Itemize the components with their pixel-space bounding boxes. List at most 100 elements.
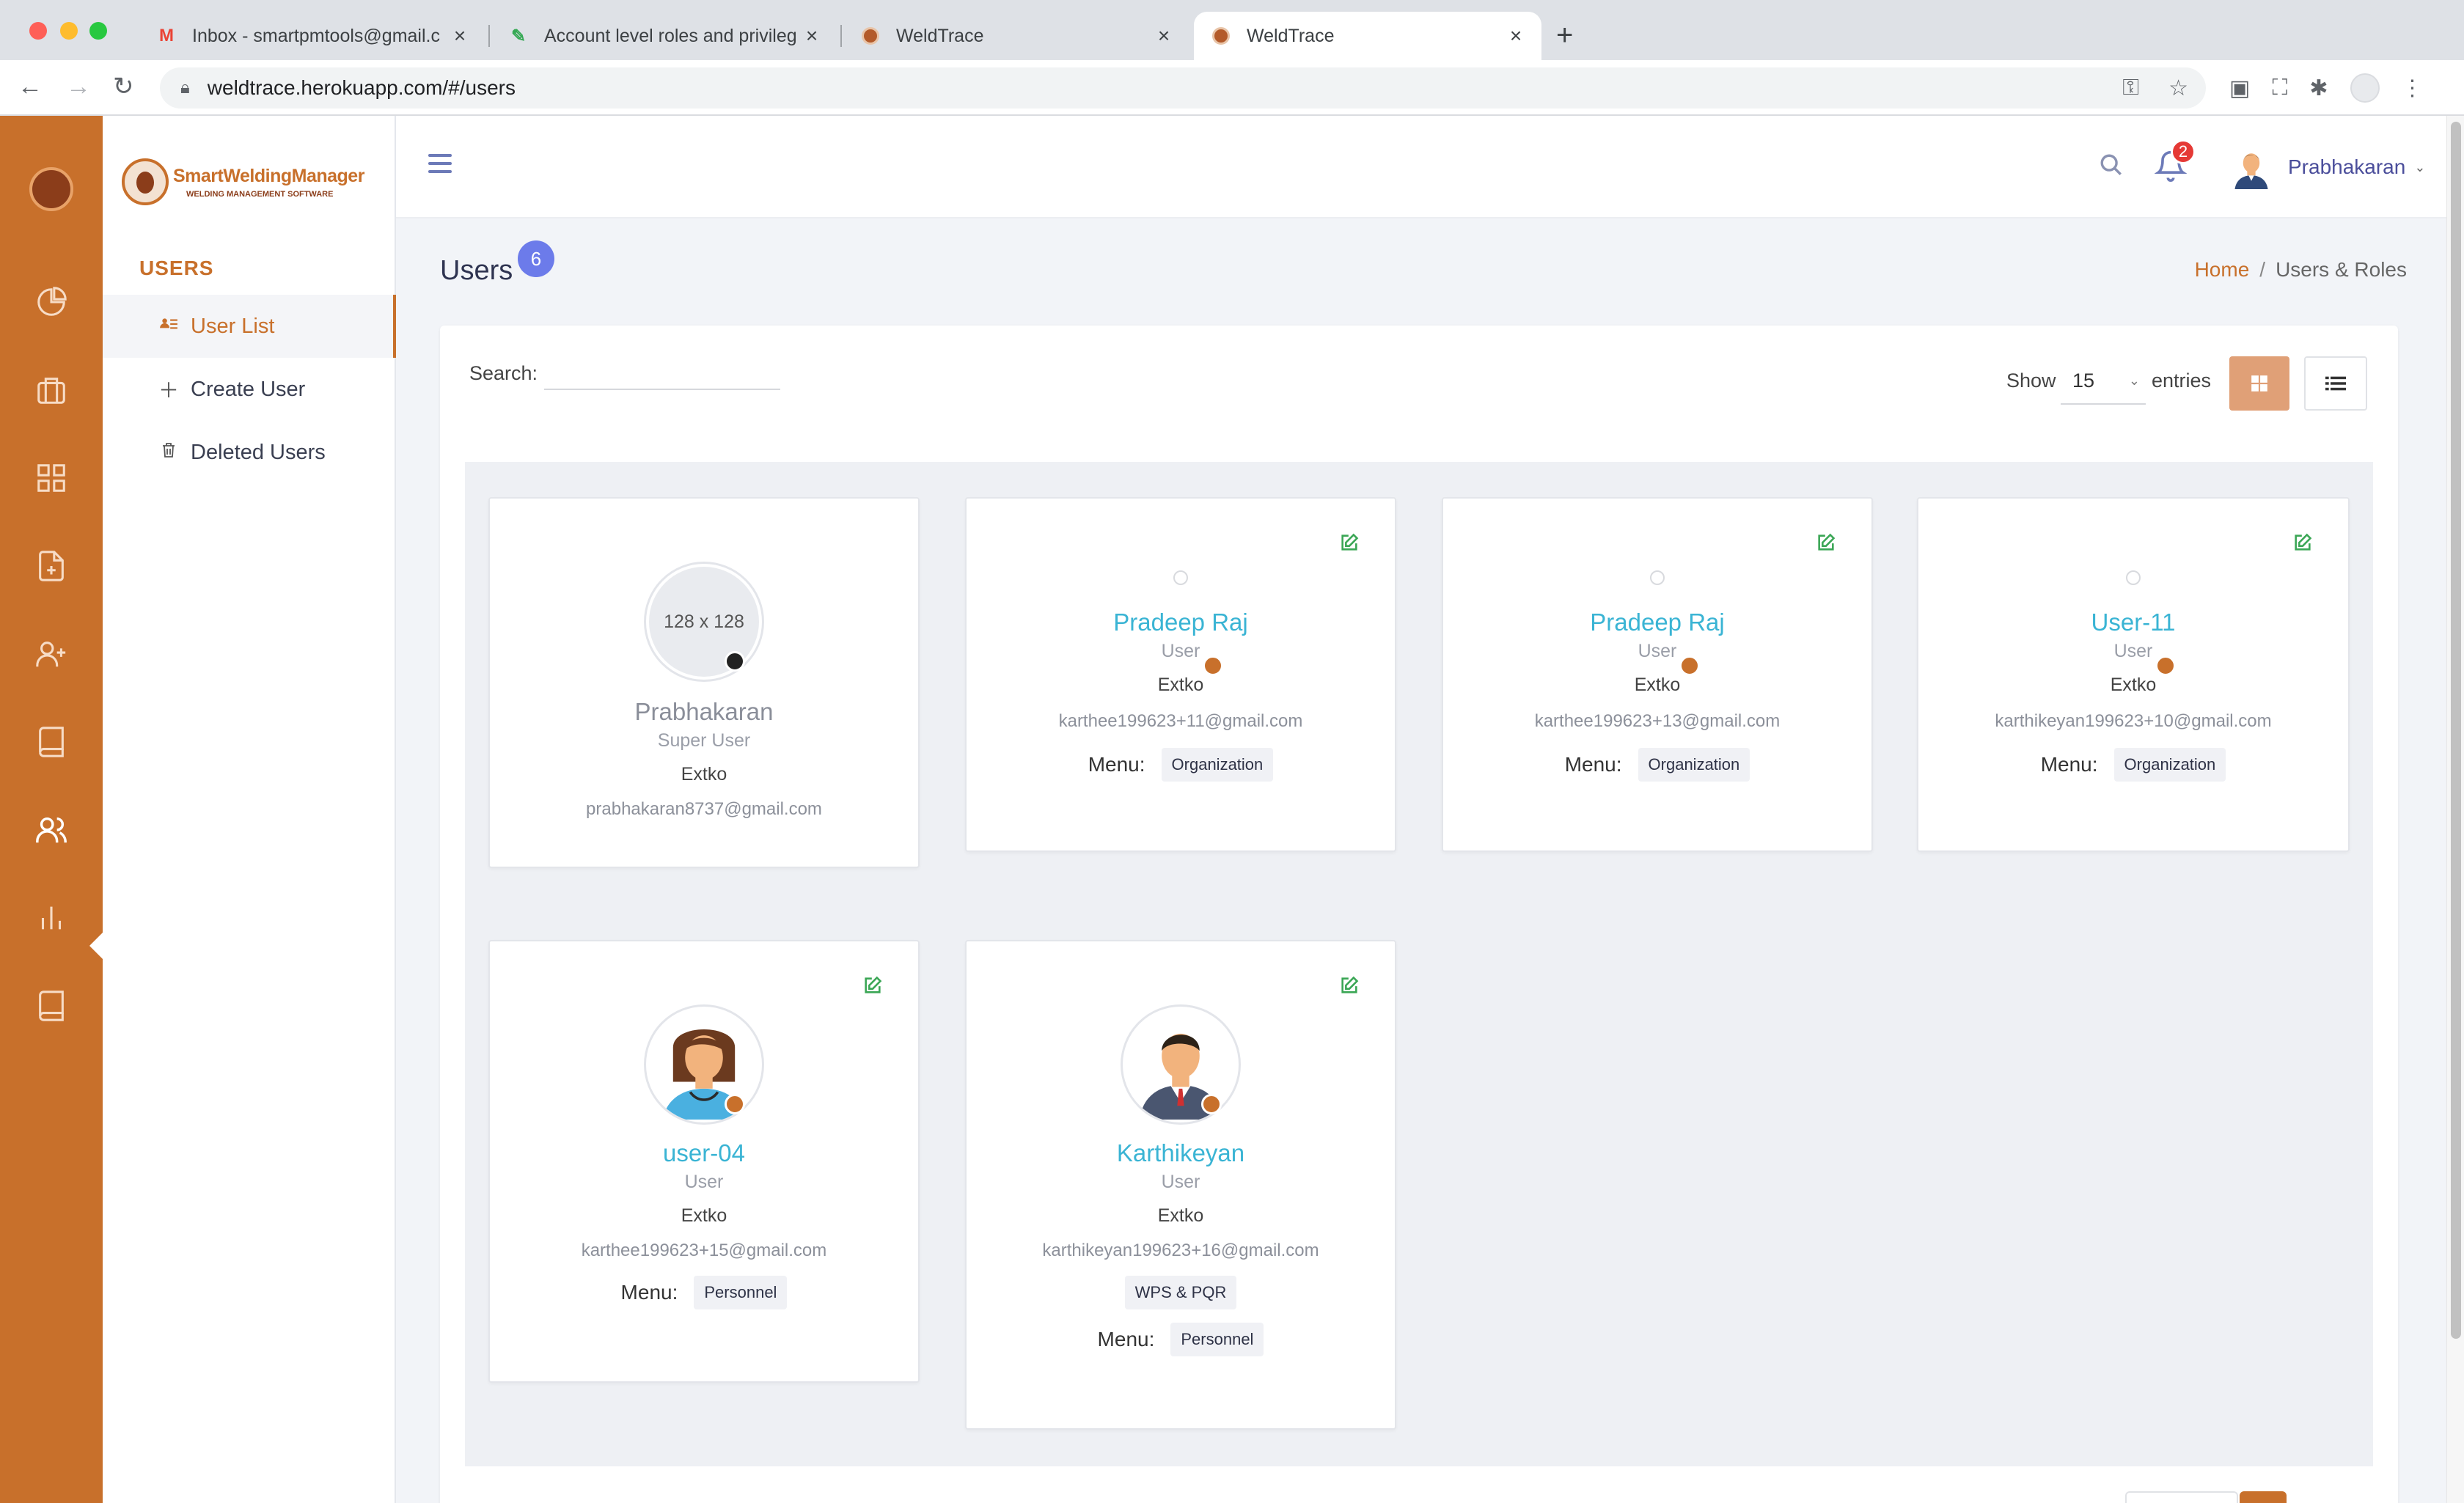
status-dot	[725, 651, 745, 672]
back-icon[interactable]: ←	[18, 72, 43, 101]
user-role: User	[2113, 641, 2153, 661]
edit-icon[interactable]	[1339, 532, 1360, 556]
breadcrumb: Home / Users & Roles	[2195, 258, 2407, 282]
edit-icon[interactable]	[1339, 975, 1360, 999]
breadcrumb-home-link[interactable]: Home	[2195, 258, 2250, 282]
icon-rail	[0, 116, 104, 1503]
close-icon[interactable]: ×	[1154, 24, 1173, 48]
logo-icon	[122, 158, 169, 205]
tab-title: Account level roles and privileg	[544, 25, 797, 46]
grid-view-button[interactable]	[2229, 356, 2289, 411]
puzzle-icon[interactable]: ✱	[2309, 76, 2328, 101]
star-icon[interactable]: ☆	[2168, 76, 2188, 101]
edit-icon[interactable]	[862, 975, 883, 999]
doc-icon: ✎	[510, 26, 527, 46]
close-icon[interactable]: ×	[450, 24, 469, 48]
page-title: Users	[440, 255, 513, 286]
page-scrollbar[interactable]	[2446, 116, 2464, 1503]
menu-label: Menu:	[620, 1281, 678, 1304]
scrollbar-thumb[interactable]	[2451, 122, 2461, 1339]
user-email: karthee199623+15@gmail.com	[581, 1241, 827, 1260]
sidebar: SmartWeldingManager WELDING MANAGEMENT S…	[103, 116, 396, 1503]
user-email: karthee199623+13@gmail.com	[1534, 711, 1781, 731]
breadcrumb-separator: /	[2259, 258, 2266, 281]
book-icon[interactable]	[32, 723, 70, 761]
user-role: Super User	[657, 730, 751, 751]
user-card[interactable]: User-11 User Extko karthikeyan199623+10@…	[1917, 497, 2350, 852]
tab-title: WeldTrace	[896, 25, 984, 46]
brand-logo[interactable]: SmartWeldingManager WELDING MANAGEMENT S…	[122, 158, 364, 205]
user-name[interactable]: User-11	[1918, 609, 2348, 636]
browser-tab[interactable]: M Inbox - smartpmtools@gmail.c ×	[139, 12, 485, 60]
menu-chip: Organization	[2113, 748, 2226, 782]
browser-tabstrip: M Inbox - smartpmtools@gmail.c × ✎ Accou…	[0, 0, 2464, 60]
bar-chart-icon[interactable]	[32, 899, 70, 937]
show-label: Show	[2006, 370, 2056, 392]
grid-icon[interactable]	[32, 459, 70, 497]
user-card[interactable]: Pradeep Raj User Extko karthee199623+13@…	[1442, 497, 1873, 852]
pie-chart-icon[interactable]	[32, 283, 70, 321]
tab-title: Inbox - smartpmtools@gmail.c	[192, 25, 440, 46]
key-icon[interactable]: ⚿	[2122, 76, 2139, 101]
kebab-menu-icon[interactable]: ⋮	[2402, 76, 2424, 101]
user-name[interactable]: user-04	[490, 1139, 918, 1167]
sidebar-item-create-user[interactable]: ＋ Create User	[103, 358, 396, 421]
reload-icon[interactable]: ↻	[113, 72, 134, 101]
user-name[interactable]: Pradeep Raj	[967, 609, 1395, 636]
browser-tab[interactable]: ✎ Account level roles and privileg ×	[491, 12, 837, 60]
trash-icon	[154, 441, 183, 465]
sidebar-item-deleted-users[interactable]: Deleted Users	[103, 421, 396, 484]
user-name[interactable]: Pradeep Raj	[1443, 609, 1871, 636]
user-organization: Extko	[681, 764, 727, 784]
status-dot	[1203, 655, 1223, 676]
user-card[interactable]: 128 x 128 Prabhakaran Super User Extko p…	[488, 497, 920, 868]
edit-icon[interactable]	[2292, 532, 2313, 556]
list-view-button[interactable]	[2304, 356, 2367, 411]
menu-chip-row: WPS & PQR	[967, 1276, 1395, 1309]
user-name[interactable]: Karthikeyan	[967, 1139, 1395, 1167]
avatar	[1650, 570, 1665, 585]
extension-icon[interactable]: ▣	[2229, 76, 2250, 101]
app-logo-icon[interactable]	[29, 167, 73, 211]
search-icon[interactable]	[2099, 152, 2124, 181]
avatar	[2126, 570, 2141, 585]
window-close-button[interactable]	[29, 22, 47, 40]
notification-bell-icon[interactable]: 2	[2154, 139, 2196, 187]
menu-label: Menu:	[2040, 753, 2098, 776]
pagination-page-button[interactable]	[2240, 1491, 2287, 1503]
url-text[interactable]: weldtrace.herokuapp.com/#/users	[208, 76, 516, 100]
browser-tab-active[interactable]: WeldTrace ×	[1194, 12, 1541, 60]
screenshot-icon[interactable]: ⛶	[2272, 76, 2287, 100]
users-icon[interactable]	[32, 811, 70, 849]
user-menu[interactable]: Prabhakaran ⌄	[2229, 145, 2425, 189]
status-dot	[1679, 655, 1700, 676]
user-plus-icon[interactable]	[32, 635, 70, 673]
main-content: Users 6 Home / Users & Roles Search: Sho…	[396, 218, 2446, 1503]
edit-icon[interactable]	[1816, 532, 1836, 556]
forward-icon[interactable]: →	[66, 72, 91, 101]
lock-icon[interactable]: 🔒︎	[180, 78, 190, 98]
page-size-select[interactable]: 15 ⌄	[2061, 358, 2146, 405]
browser-tab[interactable]: WeldTrace ×	[843, 12, 1189, 60]
new-tab-button[interactable]: +	[1556, 19, 1573, 51]
close-icon[interactable]: ×	[802, 24, 821, 48]
book-alt-icon[interactable]	[32, 987, 70, 1025]
pagination-prev-button[interactable]	[2125, 1491, 2238, 1503]
file-plus-icon[interactable]	[32, 547, 70, 585]
user-card[interactable]: user-04 User Extko karthee199623+15@gmai…	[488, 940, 920, 1383]
sidebar-heading: USERS	[139, 257, 214, 279]
menu-label: Menu:	[1097, 1328, 1155, 1351]
user-card[interactable]: Karthikeyan User Extko karthikeyan199623…	[965, 940, 1396, 1430]
app-header: 2 Prabhakaran ⌄	[396, 116, 2446, 218]
window-minimize-button[interactable]	[60, 22, 78, 40]
profile-avatar[interactable]	[2350, 73, 2380, 103]
close-icon[interactable]: ×	[1506, 24, 1525, 48]
sidebar-item-user-list[interactable]: User List	[103, 295, 396, 358]
briefcase-icon[interactable]	[32, 371, 70, 409]
page-size-value: 15	[2072, 369, 2095, 392]
search-input[interactable]	[544, 355, 780, 390]
url-bar[interactable]: 🔒︎ weldtrace.herokuapp.com/#/users ⚿ ☆	[160, 67, 2206, 109]
hamburger-menu-icon[interactable]	[428, 154, 452, 178]
window-zoom-button[interactable]	[89, 22, 107, 40]
user-card[interactable]: Pradeep Raj User Extko karthee199623+11@…	[965, 497, 1396, 852]
